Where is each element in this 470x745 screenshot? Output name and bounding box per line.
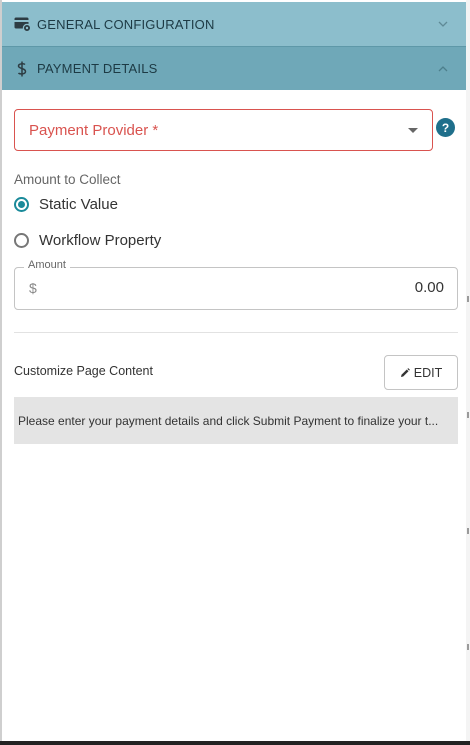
payment-provider-placeholder: Payment Provider * [29, 121, 159, 139]
radio-unchecked-icon[interactable] [14, 233, 29, 248]
dropdown-caret-icon [408, 127, 418, 133]
radio-checked-icon[interactable] [14, 197, 29, 212]
pencil-icon [400, 367, 410, 378]
page-content-preview: Please enter your payment details and cl… [14, 397, 458, 444]
amount-to-collect-label: Amount to Collect [14, 172, 121, 187]
radio-static-value[interactable]: Static Value [14, 196, 118, 213]
amount-field[interactable]: Amount $ [14, 259, 458, 310]
radio-static-value-label: Static Value [39, 196, 118, 213]
customize-page-content-label: Customize Page Content [14, 364, 153, 378]
edge-marker [467, 296, 469, 302]
edit-button[interactable]: EDIT [384, 355, 458, 390]
page-content-preview-text: Please enter your payment details and cl… [18, 413, 439, 428]
currency-prefix: $ [29, 280, 37, 296]
section-divider [14, 332, 458, 333]
edit-button-label: EDIT [413, 365, 443, 380]
help-icon[interactable]: ? [436, 118, 455, 137]
chevron-down-icon[interactable] [432, 21, 454, 27]
payment-details-title: PAYMENT DETAILS [37, 61, 158, 76]
edge-marker [467, 644, 469, 650]
payment-settings-icon [11, 13, 33, 35]
amount-input[interactable] [244, 279, 444, 296]
panel-right-edge [466, 0, 470, 745]
payment-details-header[interactable]: PAYMENT DETAILS [2, 46, 466, 90]
radio-workflow-property-label: Workflow Property [39, 232, 162, 249]
general-configuration-header[interactable]: GENERAL CONFIGURATION [2, 2, 466, 46]
chevron-up-icon[interactable] [432, 65, 454, 72]
dollar-icon [11, 58, 33, 80]
edge-marker [467, 528, 469, 534]
edge-marker [467, 412, 469, 418]
general-configuration-title: GENERAL CONFIGURATION [37, 16, 215, 32]
radio-workflow-property[interactable]: Workflow Property [14, 232, 161, 249]
payment-provider-select[interactable]: Payment Provider * [14, 109, 433, 151]
amount-field-legend: Amount [24, 259, 70, 271]
bottom-bar [0, 741, 470, 745]
